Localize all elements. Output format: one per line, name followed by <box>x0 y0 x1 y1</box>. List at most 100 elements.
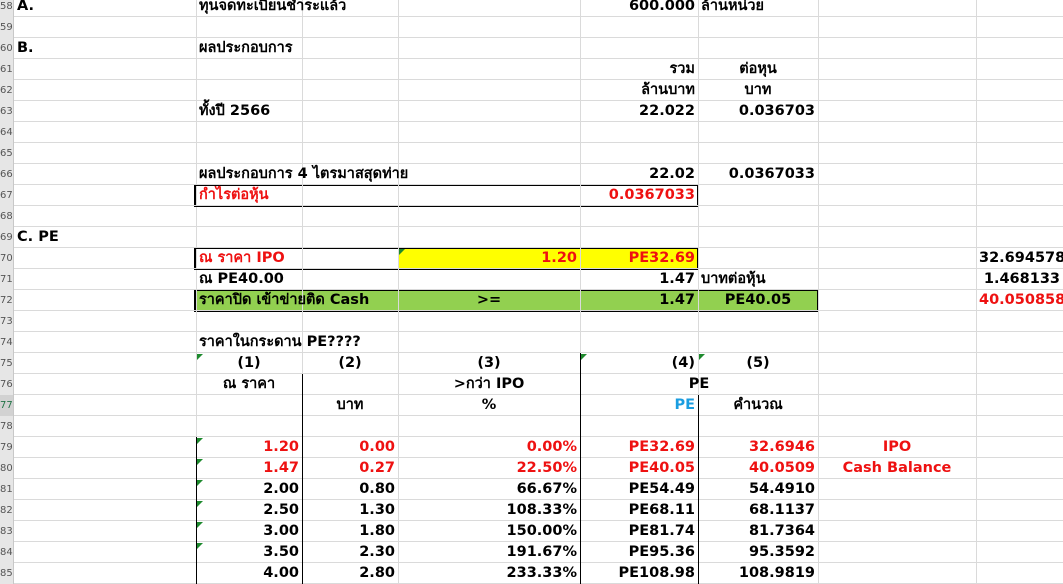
cell-i71[interactable]: 1.468133 <box>976 269 1063 290</box>
row-header[interactable]: 85 <box>0 563 14 584</box>
cell-f77[interactable]: PE <box>580 395 698 416</box>
cell-g75[interactable]: (5) <box>698 353 818 374</box>
row-header[interactable]: 60 <box>0 38 14 59</box>
error-indicator-icon[interactable] <box>581 354 587 360</box>
error-indicator-icon[interactable] <box>197 438 203 444</box>
row-header[interactable]: 59 <box>0 17 14 38</box>
error-indicator-icon[interactable] <box>197 354 203 360</box>
cell-c83[interactable]: 1.80 <box>302 521 398 542</box>
cell-g72[interactable]: PE40.05 <box>698 290 818 311</box>
cell-g77[interactable]: คำนวณ <box>698 395 818 416</box>
cell-f62[interactable]: ล้านบาท <box>580 80 698 101</box>
row-header[interactable]: 82 <box>0 500 14 521</box>
row-header[interactable]: 68 <box>0 206 14 227</box>
cell-g71[interactable]: บาทต่อหุ้น <box>698 269 976 290</box>
row-header[interactable]: 79 <box>0 437 14 458</box>
cell-b71[interactable]: ณ PE40.00 <box>196 269 580 290</box>
cell-g66[interactable]: 0.0367033 <box>698 164 818 185</box>
cell-f83[interactable]: PE81.74 <box>580 521 698 542</box>
error-indicator-icon[interactable] <box>399 249 405 255</box>
error-indicator-icon[interactable] <box>197 480 203 486</box>
row-header[interactable]: 71 <box>0 269 14 290</box>
cell-g83[interactable]: 81.7364 <box>698 521 818 542</box>
cell-b60[interactable]: ผลประกอบการ <box>196 38 580 59</box>
error-indicator-icon[interactable] <box>699 354 705 360</box>
cell-f85[interactable]: PE108.98 <box>580 563 698 584</box>
cell-a58[interactable]: A. <box>14 0 196 17</box>
row-header[interactable]: 81 <box>0 479 14 500</box>
row-header[interactable]: 77 <box>0 395 14 416</box>
row-header[interactable]: 66 <box>0 164 14 185</box>
cell-c80[interactable]: 0.27 <box>302 458 398 479</box>
cell-b58[interactable]: ทุนจดทะเบียนชำระแล้ว <box>196 0 580 17</box>
error-indicator-icon[interactable] <box>197 522 203 528</box>
cell-g62[interactable]: บาท <box>698 80 818 101</box>
cell-a60[interactable]: B. <box>14 38 196 59</box>
cell-d76[interactable]: >กว่า IPO <box>398 374 580 395</box>
cell-a69[interactable]: C. PE <box>14 227 196 248</box>
cell-f61[interactable]: รวม <box>580 59 698 80</box>
cell-d83[interactable]: 150.00% <box>398 521 580 542</box>
cell-f72[interactable]: 1.47 <box>580 290 698 311</box>
cell-c81[interactable]: 0.80 <box>302 479 398 500</box>
row-header[interactable]: 69 <box>0 227 14 248</box>
cell-i70[interactable]: 32.694578 <box>976 248 1063 269</box>
cell-f70[interactable]: PE32.69 <box>580 248 698 269</box>
cell-b75[interactable]: (1) <box>196 353 302 374</box>
cell-b76[interactable]: ณ ราคา <box>196 374 302 395</box>
cell-b80[interactable]: 1.47 <box>196 458 302 479</box>
row-header[interactable]: 64 <box>0 122 14 143</box>
cell-b66[interactable]: ผลประกอบการ 4 ไตรมาสสุดท่าย <box>196 164 580 185</box>
cell-d70[interactable]: 1.20 <box>398 248 580 269</box>
cell-f71[interactable]: 1.47 <box>580 269 698 290</box>
cell-h80[interactable]: Cash Balance <box>818 458 976 479</box>
cell-d85[interactable]: 233.33% <box>398 563 580 584</box>
cell-c84[interactable]: 2.30 <box>302 542 398 563</box>
cell-f67[interactable]: 0.0367033 <box>398 185 698 206</box>
cell-f66[interactable]: 22.02 <box>580 164 698 185</box>
row-header[interactable]: 58 <box>0 0 14 17</box>
row-header[interactable]: 80 <box>0 458 14 479</box>
row-header[interactable]: 73 <box>0 311 14 332</box>
cell-c77[interactable]: บาท <box>302 395 398 416</box>
row-header[interactable]: 78 <box>0 416 14 437</box>
cell-f58[interactable]: 600.000 <box>580 0 698 17</box>
cell-g79[interactable]: 32.6946 <box>698 437 818 458</box>
cell-b74[interactable]: ราคาในกระดาน PE???? <box>196 332 580 353</box>
cell-f82[interactable]: PE68.11 <box>580 500 698 521</box>
cell-g82[interactable]: 68.1137 <box>698 500 818 521</box>
cell-d72[interactable]: >= <box>398 290 580 311</box>
row-header[interactable]: 83 <box>0 521 14 542</box>
cell-b70[interactable]: ณ ราคา IPO <box>196 248 302 269</box>
cell-b81[interactable]: 2.00 <box>196 479 302 500</box>
row-header[interactable]: 63 <box>0 101 14 122</box>
row-header[interactable]: 84 <box>0 542 14 563</box>
row-header[interactable]: 76 <box>0 374 14 395</box>
row-header[interactable]: 75 <box>0 353 14 374</box>
cell-d75[interactable]: (3) <box>398 353 580 374</box>
cell-b85[interactable]: 4.00 <box>196 563 302 584</box>
row-header[interactable]: 65 <box>0 143 14 164</box>
cell-b79[interactable]: 1.20 <box>196 437 302 458</box>
cell-g58[interactable]: ล้านหน่วย <box>698 0 976 17</box>
cell-b84[interactable]: 3.50 <box>196 542 302 563</box>
cell-i72[interactable]: 40.050858 <box>976 290 1063 311</box>
cell-f63[interactable]: 22.022 <box>580 101 698 122</box>
cell-f80[interactable]: PE40.05 <box>580 458 698 479</box>
cell-g84[interactable]: 95.3592 <box>698 542 818 563</box>
cell-d77[interactable]: % <box>398 395 580 416</box>
cell-h79[interactable]: IPO <box>818 437 976 458</box>
cell-b83[interactable]: 3.00 <box>196 521 302 542</box>
cell-c79[interactable]: 0.00 <box>302 437 398 458</box>
cell-d84[interactable]: 191.67% <box>398 542 580 563</box>
row-header[interactable]: 61 <box>0 59 14 80</box>
row-header[interactable]: 62 <box>0 80 14 101</box>
cell-f75[interactable]: (4) <box>580 353 698 374</box>
cell-b82[interactable]: 2.50 <box>196 500 302 521</box>
cell-b72[interactable]: ราคาปิด เข้าข่ายติด Cash <box>196 290 398 311</box>
error-indicator-icon[interactable] <box>197 501 203 507</box>
cell-g63[interactable]: 0.036703 <box>698 101 818 122</box>
cell-g85[interactable]: 108.9819 <box>698 563 818 584</box>
cell-g81[interactable]: 54.4910 <box>698 479 818 500</box>
cell-c82[interactable]: 1.30 <box>302 500 398 521</box>
